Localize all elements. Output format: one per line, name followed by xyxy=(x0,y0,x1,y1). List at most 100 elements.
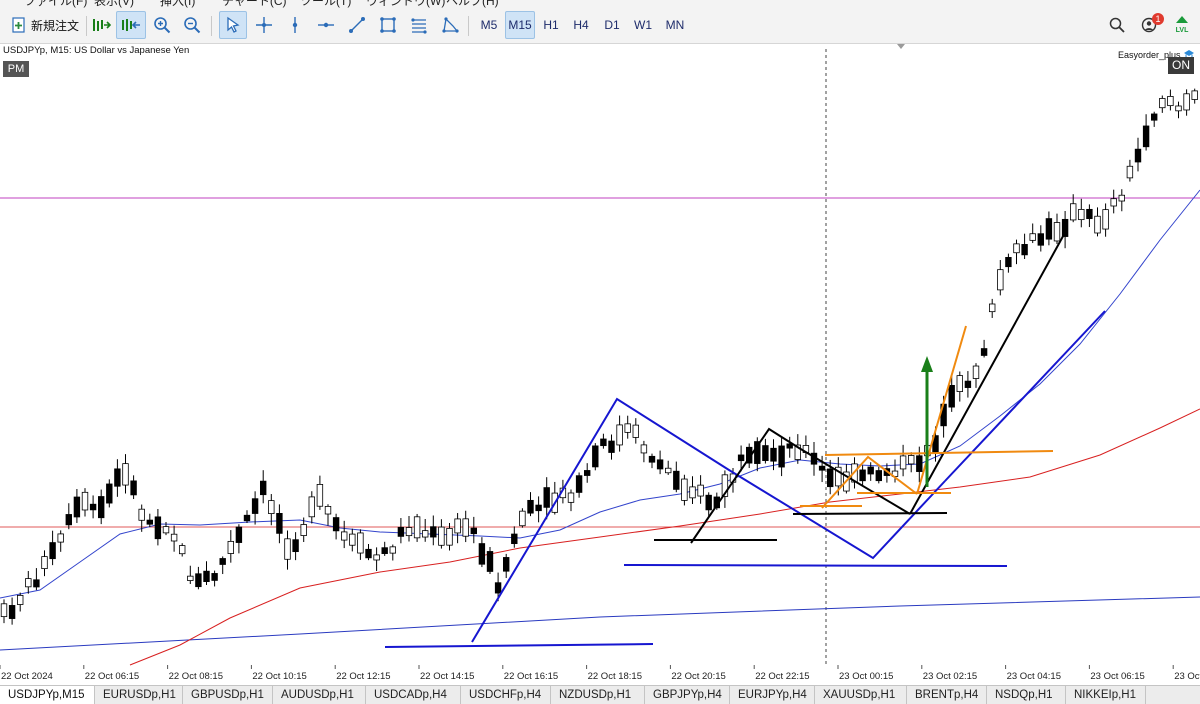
bearish-candle xyxy=(673,470,680,490)
bullish-candle xyxy=(632,424,639,438)
menu-insert[interactable]: 挿入(I) xyxy=(160,0,195,8)
bullish-candle xyxy=(340,531,348,541)
blue-support-line-mid[interactable] xyxy=(623,564,1008,567)
bearish-candle xyxy=(1037,233,1044,246)
bearish-candle xyxy=(114,468,121,487)
menu-chart[interactable]: チャート(C) xyxy=(222,0,287,8)
notifications-button[interactable]: 1 xyxy=(1135,11,1164,39)
bearish-candle xyxy=(608,440,615,453)
tab-eurusdp-h1[interactable]: EURUSDp,H1 xyxy=(95,686,183,704)
bearish-candle xyxy=(33,579,40,588)
bullish-candle xyxy=(16,594,24,605)
bearish-candle xyxy=(575,475,583,493)
bearish-candle xyxy=(365,548,372,559)
level-button[interactable]: LVL xyxy=(1168,11,1196,39)
horizontal-line-icon xyxy=(318,22,334,28)
bearish-candle xyxy=(130,480,137,496)
tab-nsdqp-h1[interactable]: NSDQp,H1 xyxy=(987,686,1066,704)
bearish-candle xyxy=(770,447,777,462)
bullish-candle xyxy=(373,554,380,561)
tab-usdjpyp-m15[interactable]: USDJPYp,M15 xyxy=(0,686,95,704)
bullish-candle xyxy=(57,533,64,543)
timeframe-w1[interactable]: W1 xyxy=(629,11,657,39)
auto-trading-button[interactable] xyxy=(88,11,114,39)
bearish-candle xyxy=(1045,218,1053,240)
rectangle-tool-button[interactable] xyxy=(375,11,401,39)
fibonacci-tool-button[interactable] xyxy=(406,11,432,39)
bearish-candle xyxy=(494,582,502,594)
tab-eurjpyp-h4[interactable]: EURJPYp,H4 xyxy=(730,686,815,704)
ea-status-badge[interactable]: ON xyxy=(1168,57,1194,74)
bullish-candle xyxy=(389,546,396,554)
shapes-tool-button[interactable] xyxy=(437,11,463,39)
time-axis-label: 22 Oct 16:15 xyxy=(504,671,558,682)
bearish-candle xyxy=(195,573,202,588)
bearish-candle xyxy=(827,468,834,488)
search-button[interactable] xyxy=(1104,11,1130,39)
bullish-candle xyxy=(25,578,32,588)
menu-tools[interactable]: ツール(T) xyxy=(300,0,351,8)
menu-help[interactable]: ヘルプ(H) xyxy=(446,0,499,8)
time-axis-label: 23 Oct 04:15 xyxy=(1007,671,1061,682)
chart-background xyxy=(0,44,1200,685)
tab-usdchfp-h4[interactable]: USDCHFp,H4 xyxy=(461,686,551,704)
timeframe-m15[interactable]: M15 xyxy=(505,11,535,39)
bar-chart-icon xyxy=(93,19,111,31)
bearish-candle xyxy=(470,527,477,535)
toolbar: 新規注文 M5 M15 H1 H4 D1 W1 MN 1 LVL xyxy=(0,8,1200,44)
zoom-in-button[interactable] xyxy=(149,11,175,39)
bearish-candle xyxy=(592,445,599,468)
trendline-tool-button[interactable] xyxy=(344,11,370,39)
bullish-candle xyxy=(170,533,178,542)
bearish-candle xyxy=(243,514,251,522)
bullish-candle xyxy=(0,603,8,618)
bullish-candle xyxy=(1110,198,1117,207)
tab-gbpjpyp-h4[interactable]: GBPJPYp,H4 xyxy=(645,686,730,704)
chart-shift-button[interactable] xyxy=(116,11,146,39)
bearish-candle xyxy=(600,438,607,447)
timeframe-d1[interactable]: D1 xyxy=(598,11,626,39)
menu-view[interactable]: 表示(V) xyxy=(94,0,134,8)
bullish-candle xyxy=(1094,215,1101,234)
bearish-candle xyxy=(527,499,534,514)
bullish-candle xyxy=(300,524,307,536)
separator xyxy=(468,16,469,36)
bullish-candle xyxy=(138,508,145,521)
zoom-out-button[interactable] xyxy=(179,11,205,39)
time-axis-label: 22 Oct 22:15 xyxy=(755,671,809,682)
menu-window[interactable]: ウィンドウ(W) xyxy=(366,0,445,8)
new-order-icon xyxy=(12,17,25,33)
bullish-candle xyxy=(187,575,194,581)
tab-nzdusdp-h1[interactable]: NZDUSDp,H1 xyxy=(551,686,645,704)
cursor-tool-button[interactable] xyxy=(219,11,247,39)
tab-brentp-h4[interactable]: BRENTp,H4 xyxy=(907,686,987,704)
timeframe-m5[interactable]: M5 xyxy=(475,11,503,39)
bearish-candle xyxy=(818,465,826,471)
black-neckline[interactable] xyxy=(792,512,948,515)
tab-usdcadp-h4[interactable]: USDCADp,H4 xyxy=(366,686,461,704)
new-order-button[interactable]: 新規注文 xyxy=(6,11,82,39)
menu-file[interactable]: ファイル(F) xyxy=(24,0,87,8)
price-chart[interactable]: 22 Oct 2024 22 Oct 06:15 22 Oct 08:15 22 Oc… xyxy=(0,44,1200,685)
bearish-candle xyxy=(1151,113,1158,121)
timeframe-mn[interactable]: MN xyxy=(660,11,690,39)
tab-audusdp-h1[interactable]: AUDUSDp,H1 xyxy=(273,686,366,704)
bullish-candle xyxy=(178,545,186,555)
bullish-candle xyxy=(972,365,980,379)
bullish-candle xyxy=(454,518,461,534)
bearish-candle xyxy=(65,514,72,526)
bearish-candle xyxy=(964,380,972,388)
tab-nikkeip-h1[interactable]: NIKKEIp,H1 xyxy=(1066,686,1146,704)
horizontal-line-tool-button[interactable] xyxy=(313,11,339,39)
bullish-candle xyxy=(1013,243,1020,254)
time-axis-label: 23 Oct 00:15 xyxy=(839,671,893,682)
crosshair-tool-button[interactable] xyxy=(251,11,277,39)
time-axis-label: 22 Oct 08:15 xyxy=(169,671,223,682)
bullish-candle xyxy=(1183,93,1190,111)
vertical-line-tool-button[interactable] xyxy=(282,11,308,39)
tab-gbpusdp-h1[interactable]: GBPUSDp,H1 xyxy=(183,686,273,704)
tab-xauusdp-h1[interactable]: XAUUSDp,H1 xyxy=(815,686,907,704)
timeframe-h1[interactable]: H1 xyxy=(538,11,564,39)
time-axis-label: 22 Oct 14:15 xyxy=(420,671,474,682)
timeframe-h4[interactable]: H4 xyxy=(568,11,594,39)
